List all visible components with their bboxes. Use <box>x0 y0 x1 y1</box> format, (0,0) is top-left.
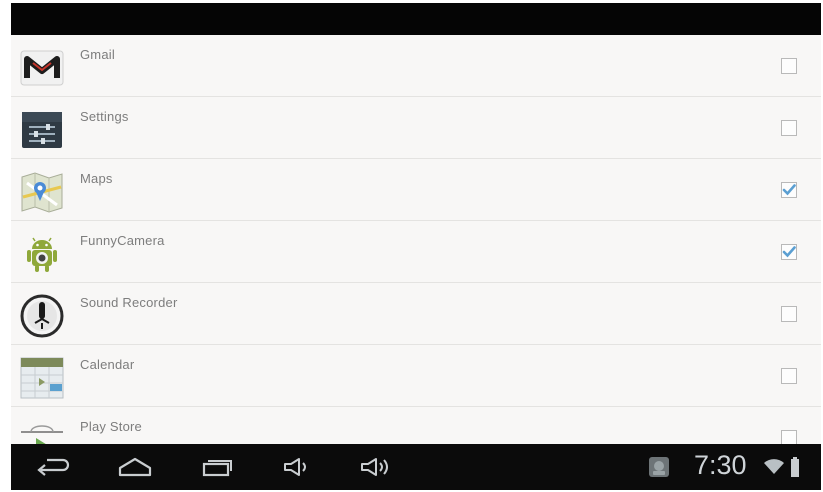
list-item-settings[interactable]: Settings <box>11 97 821 159</box>
list-item-funnycamera[interactable]: FunnyCamera <box>11 221 821 283</box>
checkbox[interactable] <box>781 58 797 74</box>
app-label: Play Store <box>80 419 142 434</box>
app-label: Sound Recorder <box>80 295 178 310</box>
clock: 7:30 <box>694 450 747 480</box>
list-item-calendar[interactable]: Calendar <box>11 345 821 407</box>
microphone-icon <box>18 294 66 338</box>
back-icon[interactable] <box>33 452 73 482</box>
maps-icon <box>18 171 66 213</box>
list-item-sound-recorder[interactable]: Sound Recorder <box>11 283 821 345</box>
list-item-gmail[interactable]: Gmail <box>11 35 821 97</box>
wifi-icon <box>761 452 787 482</box>
check-mark-icon <box>782 246 796 258</box>
recent-apps-icon[interactable] <box>197 452 237 482</box>
gmail-icon <box>18 47 66 89</box>
checkbox[interactable] <box>781 306 797 322</box>
app-label: Settings <box>80 109 129 124</box>
app-list[interactable]: Gmail Settings Maps FunnyCamera Sound Re… <box>11 35 821 444</box>
play-store-icon <box>18 419 66 444</box>
app-label: Maps <box>80 171 113 186</box>
app-label: Calendar <box>80 357 135 372</box>
checkbox[interactable] <box>781 368 797 384</box>
battery-icon <box>785 452 805 482</box>
device-screen: Gmail Settings Maps FunnyCamera Sound Re… <box>11 3 821 490</box>
android-icon <box>18 233 66 275</box>
checkbox[interactable] <box>781 182 797 198</box>
list-item-maps[interactable]: Maps <box>11 159 821 221</box>
checkbox[interactable] <box>781 430 797 444</box>
system-navigation-bar: 7:30 <box>11 444 821 490</box>
volume-down-icon[interactable] <box>277 452 317 482</box>
app-label: FunnyCamera <box>80 233 165 248</box>
list-item-play-store[interactable]: Play Store <box>11 407 821 444</box>
calendar-icon <box>18 357 66 399</box>
checkbox[interactable] <box>781 120 797 136</box>
volume-up-icon[interactable] <box>356 452 396 482</box>
checkbox[interactable] <box>781 244 797 260</box>
notification-app-icon[interactable] <box>641 452 677 482</box>
app-label: Gmail <box>80 47 115 62</box>
top-status-bar <box>11 3 821 35</box>
check-mark-icon <box>782 184 796 196</box>
settings-icon <box>18 109 66 151</box>
home-icon[interactable] <box>115 452 155 482</box>
